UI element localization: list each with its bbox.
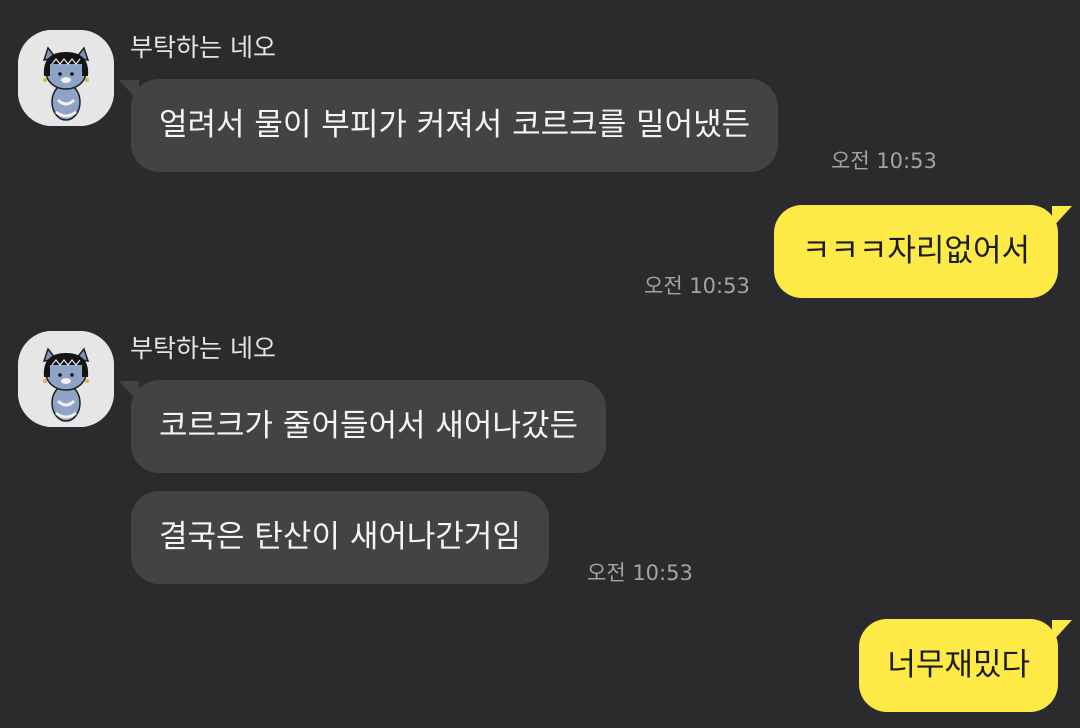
message-timestamp: 오전 10:53 (644, 274, 750, 298)
message-timestamp: 오전 10:53 (587, 561, 693, 585)
message-bubble-outgoing[interactable]: ㅋㅋㅋ자리없어서 (773, 205, 1058, 298)
sender-name: 부탁하는 네오 (130, 33, 276, 62)
neo-cat-avatar-icon[interactable] (18, 331, 114, 427)
message-bubble-outgoing[interactable]: 너무재밌다 (859, 619, 1058, 712)
chat-room: 부탁하는 네오 얼려서 물이 부피가 커져서 코르크를 밀어냈든 오전 10:5… (0, 0, 1080, 728)
bubble-tail (1052, 206, 1072, 228)
neo-cat-avatar-icon[interactable] (18, 30, 114, 126)
message-timestamp: 오전 10:53 (831, 149, 937, 173)
message-bubble-incoming[interactable]: 결국은 탄산이 새어나간거임 (131, 491, 549, 584)
sender-name: 부탁하는 네오 (130, 334, 276, 363)
message-bubble-incoming[interactable]: 코르크가 줄어들어서 새어나갔든 (131, 380, 606, 473)
bubble-tail (1052, 620, 1072, 642)
message-bubble-incoming[interactable]: 얼려서 물이 부피가 커져서 코르크를 밀어냈든 (131, 79, 779, 172)
